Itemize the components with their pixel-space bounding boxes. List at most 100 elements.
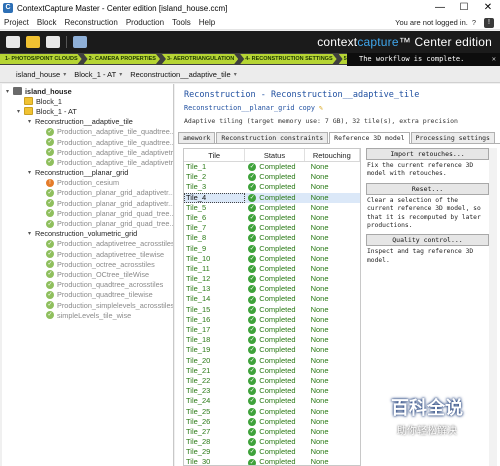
header-retouching[interactable]: Retouching: [305, 149, 360, 161]
login-status[interactable]: You are not logged in.: [395, 18, 468, 27]
maximize-button[interactable]: ☐: [452, 0, 476, 16]
tree-item[interactable]: ▾ island_house: [2, 86, 173, 96]
tree-item[interactable]: ✓ Production_planar_grid_quad_tree...: [2, 208, 173, 218]
table-row[interactable]: Tile_24 ✓ Completed None: [184, 396, 360, 406]
table-row[interactable]: Tile_10 ✓ Completed None: [184, 254, 360, 264]
minimize-button[interactable]: —: [428, 0, 452, 16]
quality-control-button[interactable]: Quality control...: [366, 234, 489, 247]
table-row[interactable]: Tile_19 ✓ Completed None: [184, 345, 360, 355]
menu-project[interactable]: Project: [0, 18, 33, 27]
tree-item[interactable]: ✓ Production_adaptivetree_tilewise: [2, 249, 173, 259]
table-row[interactable]: Tile_23 ✓ Completed None: [184, 386, 360, 396]
chevron-down-icon[interactable]: ▾: [119, 71, 122, 78]
table-row[interactable]: Tile_14 ✓ Completed None: [184, 294, 360, 304]
menu-block[interactable]: Block: [33, 18, 61, 27]
tree-item[interactable]: ✓ Production_octree_acrosstiles: [2, 259, 173, 269]
tab-spatial-framework[interactable]: amework: [178, 132, 216, 143]
table-row[interactable]: Tile_22 ✓ Completed None: [184, 376, 360, 386]
table-row[interactable]: Tile_16 ✓ Completed None: [184, 315, 360, 325]
menu-production[interactable]: Production: [122, 18, 168, 27]
save-icon[interactable]: [46, 36, 60, 48]
tree-item[interactable]: ✓ Production_planar_grid_quad_tree...: [2, 218, 173, 228]
status-label: Completed: [259, 375, 296, 385]
completed-check-icon: ✓: [46, 311, 54, 320]
tree-item[interactable]: Block_1: [2, 96, 173, 106]
table-row[interactable]: Tile_11 ✓ Completed None: [184, 264, 360, 274]
reset-button[interactable]: Reset...: [366, 182, 489, 195]
table-row[interactable]: Tile_5 ✓ Completed None: [184, 203, 360, 213]
edit-icon[interactable]: ✎: [319, 104, 323, 112]
tree-item[interactable]: ✓ Production_adaptive_tile_adaptivetr...: [2, 157, 173, 167]
tree-item[interactable]: ✓ Production_simplelevels_acrosstiles: [2, 300, 173, 310]
tab-processing-settings[interactable]: Processing settings: [410, 132, 495, 143]
tree-item[interactable]: ▾ Reconstruction_volumetric_grid: [2, 229, 173, 239]
tree-item[interactable]: ✓ Production_adaptivetree_acrosstiles: [2, 239, 173, 249]
table-row[interactable]: Tile_17 ✓ Completed None: [184, 325, 360, 335]
completed-check-icon: ✓: [46, 158, 54, 167]
table-row[interactable]: Tile_7 ✓ Completed None: [184, 223, 360, 233]
header-tile[interactable]: Tile: [184, 149, 246, 161]
tab-reconstruction-constraints[interactable]: Reconstruction constraints: [216, 132, 329, 143]
table-row[interactable]: Tile_9 ✓ Completed None: [184, 244, 360, 254]
menu-help[interactable]: Help: [195, 18, 219, 27]
expand-arrow-icon[interactable]: ▾: [28, 230, 35, 237]
table-row[interactable]: Tile_30 ✓ Completed None: [184, 457, 360, 465]
step-camera-properties[interactable]: 2- CAMERA PROPERTIES: [84, 54, 160, 64]
tree-item[interactable]: ! Production_cesium: [2, 178, 173, 188]
table-row[interactable]: Tile_12 ✓ Completed None: [184, 274, 360, 284]
breadcrumb-block[interactable]: Block_1 - AT: [74, 70, 116, 79]
settings-icon[interactable]: [73, 36, 87, 48]
tree-item[interactable]: ▾ Reconstruction__planar_grid: [2, 168, 173, 178]
toast-close-icon[interactable]: ✕: [492, 53, 496, 66]
new-project-icon[interactable]: [6, 36, 20, 48]
table-row[interactable]: Tile_28 ✓ Completed None: [184, 437, 360, 447]
help-link[interactable]: ?: [472, 18, 476, 27]
table-row[interactable]: Tile_3 ✓ Completed None: [184, 182, 360, 192]
header-status[interactable]: Status: [245, 149, 305, 161]
menu-reconstruction[interactable]: Reconstruction: [60, 18, 121, 27]
close-button[interactable]: ✕: [476, 0, 500, 16]
table-row[interactable]: Tile_25 ✓ Completed None: [184, 407, 360, 417]
bell-icon[interactable]: !: [484, 17, 494, 28]
tree-item[interactable]: ✓ Production_adaptive_tile_adaptivetr...: [2, 147, 173, 157]
table-row[interactable]: Tile_4 ✓ Completed None: [184, 192, 360, 203]
table-row[interactable]: Tile_26 ✓ Completed None: [184, 417, 360, 427]
expand-arrow-icon[interactable]: ▾: [28, 169, 35, 176]
table-row[interactable]: Tile_1 ✓ Completed None: [184, 162, 360, 172]
step-reconstruction-settings[interactable]: 4- RECONSTRUCTION SETTINGS: [240, 54, 336, 64]
tree-item[interactable]: ▾ Reconstruction__adaptive_tile: [2, 117, 173, 127]
tree-item[interactable]: ✓ Production_planar_grid_adaptivetr...: [2, 198, 173, 208]
chevron-down-icon[interactable]: ▾: [63, 71, 66, 78]
table-row[interactable]: Tile_13 ✓ Completed None: [184, 284, 360, 294]
chevron-down-icon[interactable]: ▾: [234, 71, 237, 78]
import-retouches-button[interactable]: Import retouches...: [366, 148, 489, 160]
tab-reference-3d-model[interactable]: Reference 3D model: [329, 132, 410, 144]
table-row[interactable]: Tile_2 ✓ Completed None: [184, 172, 360, 182]
tree-item[interactable]: ✓ Production_OCtree_tileWise: [2, 269, 173, 279]
expand-arrow-icon[interactable]: ▾: [6, 88, 13, 95]
expand-arrow-icon[interactable]: ▾: [28, 118, 35, 125]
expand-arrow-icon[interactable]: ▾: [17, 108, 24, 115]
step-photos[interactable]: 1- PHOTOS/POINT CLOUDS: [0, 54, 82, 64]
breadcrumb-project[interactable]: island_house: [16, 70, 60, 79]
tree-item[interactable]: ✓ Production_adaptive_tile_quadtree...: [2, 127, 173, 137]
table-row[interactable]: Tile_21 ✓ Completed None: [184, 366, 360, 376]
tree-item[interactable]: ▾ Block_1 - AT: [2, 106, 173, 116]
table-row[interactable]: Tile_6 ✓ Completed None: [184, 213, 360, 223]
table-row[interactable]: Tile_20 ✓ Completed None: [184, 356, 360, 366]
menu-tools[interactable]: Tools: [168, 18, 195, 27]
tree-item[interactable]: ✓ Production_planar_grid_adaptivetr...: [2, 188, 173, 198]
open-folder-icon[interactable]: [26, 36, 40, 48]
table-row[interactable]: Tile_27 ✓ Completed None: [184, 427, 360, 437]
table-row[interactable]: Tile_8 ✓ Completed None: [184, 233, 360, 243]
breadcrumb-reconstruction[interactable]: Reconstruction__adaptive_tile: [130, 70, 230, 79]
tree-item[interactable]: ✓ simpleLevels_tile_wise: [2, 310, 173, 320]
tree-item[interactable]: ✓ Production_quadtree_tilewise: [2, 290, 173, 300]
step-aerotriangulation[interactable]: 3- AEROTRIANGULATION: [162, 54, 238, 64]
table-row[interactable]: Tile_15 ✓ Completed None: [184, 305, 360, 315]
table-row[interactable]: Tile_18 ✓ Completed None: [184, 335, 360, 345]
tree-item[interactable]: ✓ Production_quadtree_acrosstiles: [2, 280, 173, 290]
table-row[interactable]: Tile_29 ✓ Completed None: [184, 447, 360, 457]
tile-retouching: None: [310, 223, 329, 233]
tree-item[interactable]: ✓ Production_adaptive_tile_quadtree...: [2, 137, 173, 147]
